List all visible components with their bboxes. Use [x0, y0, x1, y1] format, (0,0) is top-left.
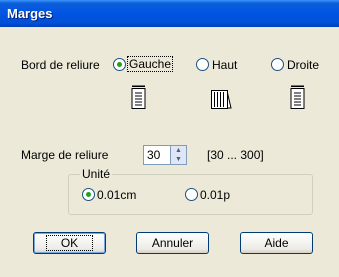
binding-margin-input[interactable]: 30	[143, 145, 171, 165]
radio-unit-p-circle[interactable]	[185, 188, 198, 201]
binding-margin-stepper[interactable]: ▲ ▼	[171, 145, 187, 165]
radio-droite-label[interactable]: Droite	[287, 58, 319, 72]
help-button[interactable]: Aide	[240, 232, 313, 254]
ok-button-label: OK	[45, 235, 94, 251]
chevron-up-icon[interactable]: ▲	[171, 146, 186, 155]
binding-top-icon	[211, 90, 232, 109]
radio-unit-p-label[interactable]: 0.01p	[200, 188, 230, 202]
radio-droite-circle[interactable]	[271, 58, 284, 71]
binding-margin-range: [30 ... 300]	[207, 148, 264, 162]
title-bar[interactable]: Marges	[0, 0, 339, 27]
help-button-label: Aide	[264, 236, 289, 250]
margins-dialog: Marges Bord de reliure Gauche Haut Droit…	[0, 0, 339, 277]
binding-left-icon	[131, 85, 146, 109]
ok-button[interactable]: OK	[33, 232, 106, 254]
radio-haut-label[interactable]: Haut	[212, 58, 237, 72]
radio-unit-cm-label[interactable]: 0.01cm	[97, 188, 136, 202]
radio-haut-circle[interactable]	[196, 58, 209, 71]
radio-gauche-label[interactable]: Gauche	[126, 56, 174, 72]
cancel-button-label: Annuler	[151, 236, 194, 250]
dialog-title: Marges	[7, 6, 53, 21]
binding-right-icon	[290, 85, 305, 109]
radio-gauche-circle[interactable]	[113, 58, 126, 71]
binding-edge-label: Bord de reliure	[21, 58, 100, 72]
chevron-down-icon[interactable]: ▼	[171, 155, 186, 164]
cancel-button[interactable]: Annuler	[136, 232, 209, 254]
unit-legend: Unité	[80, 167, 113, 181]
radio-unit-cm-circle[interactable]	[82, 188, 95, 201]
binding-margin-label: Marge de reliure	[21, 148, 109, 162]
